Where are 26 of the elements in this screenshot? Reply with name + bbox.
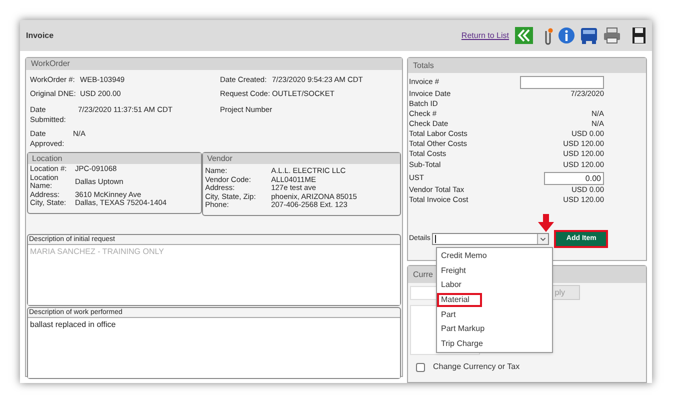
- details-dropdown[interactable]: [432, 233, 550, 245]
- dropdown-option[interactable]: Freight: [437, 264, 552, 278]
- chevron-down-icon[interactable]: [537, 234, 548, 244]
- dropdown-option[interactable]: Part: [437, 307, 552, 322]
- checkbox-label: Change Currency or Tax: [433, 361, 520, 373]
- save-icon[interactable]: [632, 27, 646, 44]
- description-field[interactable]: ballast replaced in office: [28, 317, 400, 378]
- dropdown-option[interactable]: Credit Memo: [437, 249, 552, 264]
- panel-header: Totals: [408, 58, 646, 73]
- info-icon[interactable]: [558, 27, 575, 44]
- box-header: Vendor: [203, 153, 400, 164]
- return-link[interactable]: Return to List: [461, 30, 509, 42]
- input-field[interactable]: 0.00: [544, 172, 604, 184]
- checkbox[interactable]: [416, 362, 425, 372]
- dropdown-option[interactable]: Material: [437, 292, 482, 308]
- dropdown-option[interactable]: Part Markup: [437, 322, 552, 337]
- bus-icon[interactable]: [580, 27, 598, 44]
- window-title: Invoice: [26, 30, 54, 42]
- box-header: Location: [28, 153, 202, 164]
- input-field[interactable]: [520, 76, 604, 88]
- panel-header: WorkOrder: [26, 58, 402, 70]
- paperclip-icon[interactable]: [543, 26, 553, 44]
- arrow-down-icon: [538, 214, 554, 232]
- printer-icon[interactable]: [603, 27, 621, 44]
- dropdown-option[interactable]: Trip Charge: [437, 336, 552, 352]
- double-chevron-icon[interactable]: [515, 27, 533, 44]
